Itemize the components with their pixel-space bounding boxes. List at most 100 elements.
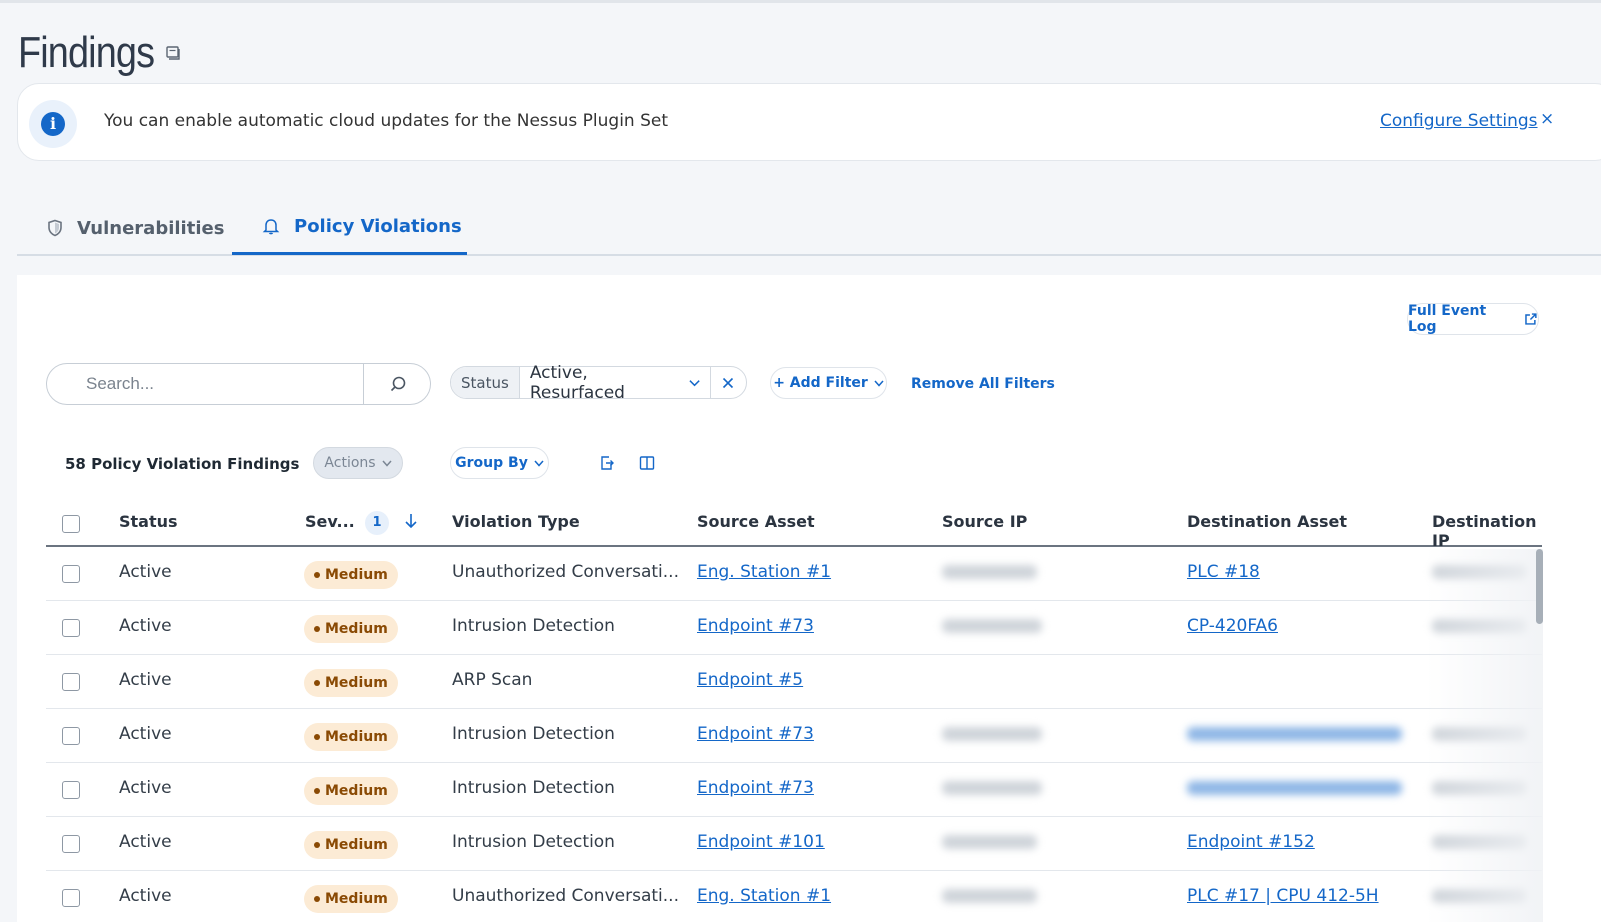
redacted-destination-ip <box>1432 727 1527 741</box>
column-status[interactable]: Status <box>119 512 178 531</box>
tab-policy-violations[interactable]: Policy Violations <box>232 200 467 255</box>
status-filter-chip: Status Active, Resurfaced <box>450 363 747 403</box>
banner-close-button[interactable]: × <box>1540 109 1554 129</box>
severity-label: Medium <box>325 621 388 637</box>
top-divider <box>0 0 1601 3</box>
table-row[interactable]: Active Medium ARP Scan Endpoint #5 <box>46 655 1542 709</box>
severity-label: Medium <box>325 783 388 799</box>
row-status: Active <box>119 778 172 798</box>
severity-badge: Medium <box>304 561 398 589</box>
table-row[interactable]: Active Medium Intrusion Detection Endpoi… <box>46 817 1542 871</box>
group-by-button[interactable]: Group By <box>450 447 549 479</box>
sort-descending-icon[interactable] <box>404 512 418 530</box>
search-box <box>46 363 431 405</box>
chevron-down-icon <box>688 379 700 386</box>
banner-message: You can enable automatic cloud updates f… <box>104 111 669 131</box>
findings-table: Status Sev... 1 Violation Type Source As… <box>46 500 1542 922</box>
column-severity[interactable]: Sev... <box>305 512 355 531</box>
row-status: Active <box>119 616 172 636</box>
row-status: Active <box>119 886 172 906</box>
row-destination-asset-link[interactable]: Endpoint #152 <box>1187 832 1315 852</box>
tab-vulnerabilities[interactable]: Vulnerabilities <box>47 200 224 256</box>
row-destination-asset-link[interactable]: PLC #17 | CPU 412-5H <box>1187 886 1379 906</box>
column-source-ip[interactable]: Source IP <box>942 512 1027 531</box>
row-source-asset-link[interactable]: Endpoint #73 <box>697 778 814 798</box>
row-checkbox[interactable] <box>62 727 80 745</box>
column-destination-ip[interactable]: Destination IP <box>1432 512 1542 550</box>
row-status: Active <box>119 724 172 744</box>
search-button[interactable] <box>363 364 431 404</box>
status-filter-dropdown[interactable]: Active, Resurfaced <box>520 363 711 403</box>
redacted-destination-ip <box>1432 565 1527 579</box>
row-violation-type: Intrusion Detection <box>452 616 615 636</box>
actions-label: Actions <box>324 455 376 471</box>
severity-label: Medium <box>325 729 388 745</box>
redacted-source-ip <box>942 889 1037 903</box>
close-icon <box>723 377 734 388</box>
table-row[interactable]: Active Medium Intrusion Detection Endpoi… <box>46 763 1542 817</box>
table-row[interactable]: Active Medium Intrusion Detection Endpoi… <box>46 709 1542 763</box>
row-violation-type: Unauthorized Conversati... <box>452 562 679 582</box>
actions-button[interactable]: Actions <box>313 447 403 479</box>
table-scrollbar[interactable] <box>1536 549 1543 624</box>
shield-icon <box>48 219 62 237</box>
column-source-asset[interactable]: Source Asset <box>697 512 815 531</box>
full-event-log-label: Full Event Log <box>1408 303 1487 335</box>
row-checkbox[interactable] <box>62 835 80 853</box>
full-event-log-button[interactable]: Full Event Log <box>1407 303 1539 335</box>
redacted-destination-ip <box>1432 619 1527 633</box>
redacted-destination-asset <box>1187 781 1402 795</box>
severity-label: Medium <box>325 837 388 853</box>
row-source-asset-link[interactable]: Eng. Station #1 <box>697 886 831 906</box>
cloud-update-banner: i You can enable automatic cloud updates… <box>17 83 1601 161</box>
severity-badge: Medium <box>304 831 398 859</box>
redacted-source-ip <box>942 781 1042 795</box>
row-checkbox[interactable] <box>62 673 80 691</box>
row-status: Active <box>119 832 172 852</box>
row-checkbox[interactable] <box>62 781 80 799</box>
export-icon[interactable] <box>598 454 616 472</box>
row-source-asset-link[interactable]: Endpoint #101 <box>697 832 825 852</box>
table-row[interactable]: Active Medium Unauthorized Conversati...… <box>46 547 1542 601</box>
configure-settings-link[interactable]: Configure Settings <box>1380 111 1538 131</box>
table-row[interactable]: Active Medium Intrusion Detection Endpoi… <box>46 601 1542 655</box>
bell-icon <box>262 219 280 235</box>
tab-vulnerabilities-label: Vulnerabilities <box>77 217 225 239</box>
severity-badge: Medium <box>304 669 398 697</box>
row-source-asset-link[interactable]: Endpoint #73 <box>697 616 814 636</box>
columns-icon[interactable] <box>638 454 656 472</box>
row-checkbox[interactable] <box>62 619 80 637</box>
table-row[interactable]: Active Medium Unauthorized Conversati...… <box>46 871 1542 922</box>
info-icon: i <box>29 100 77 148</box>
row-checkbox[interactable] <box>62 565 80 583</box>
chevron-down-icon <box>874 380 884 387</box>
add-filter-button[interactable]: + Add Filter <box>770 367 887 399</box>
row-source-asset-link[interactable]: Endpoint #73 <box>697 724 814 744</box>
status-filter-clear-button[interactable] <box>711 377 746 389</box>
row-source-asset-link[interactable]: Eng. Station #1 <box>697 562 831 582</box>
group-by-label: Group By <box>455 455 528 471</box>
column-destination-asset[interactable]: Destination Asset <box>1187 512 1347 531</box>
severity-badge: Medium <box>304 723 398 751</box>
findings-count: 58 Policy Violation Findings <box>65 455 300 473</box>
row-destination-asset-link[interactable]: CP-420FA6 <box>1187 616 1278 636</box>
row-violation-type: Intrusion Detection <box>452 778 615 798</box>
findings-panel: Full Event Log Status Active, Resurfaced <box>17 275 1601 922</box>
row-destination-asset-link[interactable]: PLC #18 <box>1187 562 1260 582</box>
documentation-icon[interactable] <box>164 44 182 62</box>
remove-all-filters-link[interactable]: Remove All Filters <box>911 376 1055 392</box>
row-violation-type: Unauthorized Conversati... <box>452 886 679 906</box>
redacted-source-ip <box>942 835 1037 849</box>
row-status: Active <box>119 670 172 690</box>
column-violation-type[interactable]: Violation Type <box>452 512 580 531</box>
severity-badge: Medium <box>304 777 398 805</box>
row-source-asset-link[interactable]: Endpoint #5 <box>697 670 803 690</box>
redacted-destination-ip <box>1432 781 1527 795</box>
table-header: Status Sev... 1 Violation Type Source As… <box>46 500 1542 550</box>
search-input[interactable] <box>48 365 362 403</box>
findings-tabs: Vulnerabilities Policy Violations <box>17 200 1601 256</box>
select-all-checkbox[interactable] <box>62 515 80 533</box>
row-checkbox[interactable] <box>62 889 80 907</box>
severity-label: Medium <box>325 891 388 907</box>
tab-policy-violations-label: Policy Violations <box>294 215 462 237</box>
